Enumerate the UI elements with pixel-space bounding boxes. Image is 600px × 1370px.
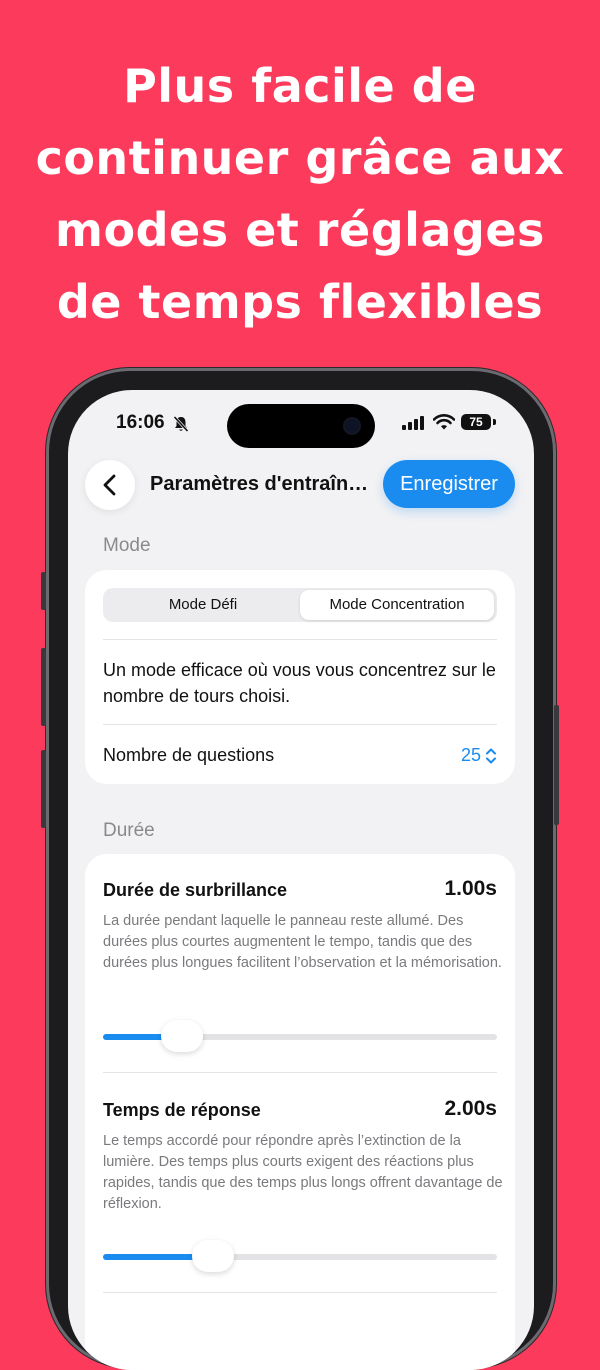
camera-lens: [345, 419, 359, 433]
duration-card: Durée de surbrillance 1.00s La durée pen…: [85, 854, 515, 1370]
volume-up-button: [41, 648, 46, 726]
highlight-duration-slider[interactable]: [103, 1020, 497, 1052]
slider-thumb[interactable]: [192, 1240, 235, 1272]
headline: Plus facile de continuer grâce aux modes…: [0, 50, 600, 338]
section-label-duree: Durée: [103, 820, 155, 841]
headline-line-1: Plus facile de: [123, 59, 477, 113]
page-title: Paramètres d'entraîn…: [150, 473, 369, 495]
wifi-icon: [433, 414, 455, 430]
segment-mode-defi[interactable]: Mode Défi: [105, 590, 301, 620]
highlight-duration-title: Durée de surbrillance: [103, 880, 288, 900]
response-time-slider[interactable]: [103, 1240, 497, 1272]
mode-card: Mode Défi Mode Concentration Un mode eff…: [85, 570, 515, 784]
phone-screen: 16:06 75 Paramètres d'entraîn… Enregistr…: [68, 390, 534, 1370]
response-time-title: Temps de réponse: [103, 1100, 261, 1120]
divider: [103, 1292, 497, 1293]
segment-mode-concentration[interactable]: Mode Concentration: [300, 590, 494, 620]
cellular-signal-icon: [402, 416, 424, 430]
chevron-up-down-icon: [486, 748, 496, 764]
mode-segmented-control: Mode Défi Mode Concentration: [103, 588, 497, 622]
volume-down-button: [41, 750, 46, 828]
dynamic-island: [227, 404, 375, 448]
questions-stepper[interactable]: 25: [461, 745, 497, 766]
power-button: [554, 705, 559, 825]
slider-thumb[interactable]: [160, 1020, 203, 1052]
status-bar: 16:06 75: [68, 390, 534, 460]
battery-cap: [493, 419, 496, 425]
highlight-duration-value: 1.00s: [444, 877, 497, 900]
questions-value: 25: [460, 745, 481, 765]
divider: [103, 1072, 497, 1073]
headline-line-3: modes et réglages: [55, 203, 545, 257]
silent-switch: [41, 572, 46, 610]
headline-line-4: de temps flexibles: [56, 275, 544, 329]
highlight-duration-description: La durée pendant laquelle le panneau res…: [103, 913, 502, 971]
bell-slash-icon: [173, 415, 189, 433]
divider: [103, 724, 497, 725]
save-button[interactable]: Enregistrer: [383, 460, 515, 508]
chevron-left-icon: [103, 474, 116, 496]
battery-icon: 75: [461, 414, 491, 430]
response-time-description: Le temps accordé pour répondre après l’e…: [103, 1133, 503, 1212]
response-time-value: 2.00s: [444, 1097, 497, 1120]
questions-label: Nombre de questions: [103, 745, 275, 765]
divider: [103, 639, 497, 640]
status-time: 16:06: [116, 412, 165, 433]
mode-description: Un mode efficace où vous vous concentrez…: [103, 660, 496, 706]
back-button[interactable]: [85, 460, 135, 510]
headline-line-2: continuer grâce aux: [35, 131, 565, 185]
section-label-mode: Mode: [103, 535, 151, 556]
